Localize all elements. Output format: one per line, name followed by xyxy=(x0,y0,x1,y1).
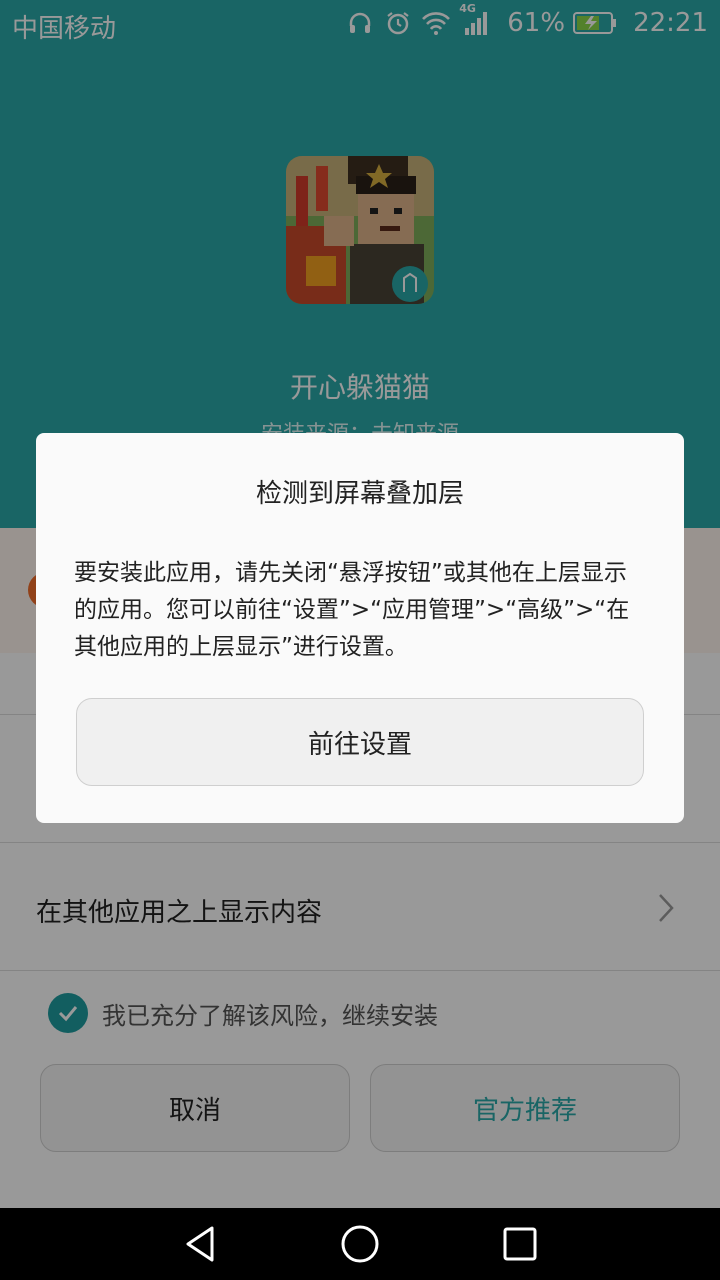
dialog-message: 要安装此应用，请先关闭“悬浮按钮”或其他在上层显示的应用。您可以前往“设置”>“… xyxy=(74,560,630,660)
back-icon[interactable] xyxy=(180,1224,220,1264)
home-icon[interactable] xyxy=(340,1224,380,1264)
recents-icon[interactable] xyxy=(500,1224,540,1264)
dialog-title: 检测到屏幕叠加层 xyxy=(255,479,464,509)
screen-overlay-dialog: 检测到屏幕叠加层 要安装此应用，请先关闭“悬浮按钮”或其他在上层显示的应用。您可… xyxy=(36,433,684,823)
navigation-bar xyxy=(0,1208,720,1280)
go-to-settings-button[interactable]: 前往设置 xyxy=(76,698,644,786)
